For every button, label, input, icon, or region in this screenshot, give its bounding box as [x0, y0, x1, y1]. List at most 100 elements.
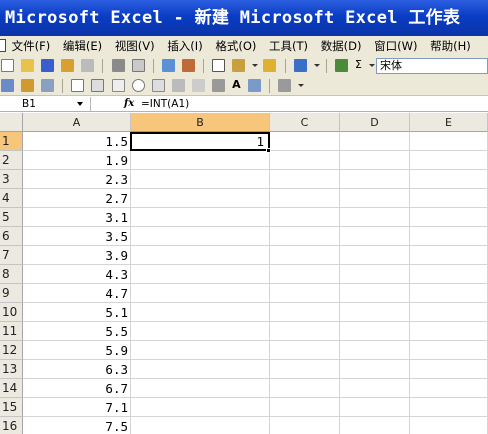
column-header-e[interactable]: E: [410, 113, 488, 132]
cell-a13[interactable]: 6.3: [23, 360, 131, 379]
cell-b1-selected[interactable]: 1: [130, 132, 270, 151]
checkbox-control-icon[interactable]: [71, 79, 85, 92]
menu-help[interactable]: 帮助(H): [430, 36, 471, 56]
menu-data[interactable]: 数据(D): [321, 36, 362, 56]
copy-icon[interactable]: [212, 59, 226, 72]
autosum-dropdown-icon[interactable]: [368, 59, 376, 72]
cell-a8[interactable]: 4.3: [23, 265, 131, 284]
label-control-icon[interactable]: A: [232, 78, 241, 92]
row-header[interactable]: 10: [0, 303, 23, 322]
menu-bar: 文件(F) 编辑(E) 视图(V) 插入(I) 格式(O) 工具(T) 数据(D…: [0, 36, 488, 56]
undo-icon[interactable]: [293, 59, 307, 72]
menu-insert[interactable]: 插入(I): [167, 36, 202, 56]
worksheet-grid[interactable]: A B C D E 1 1.5 2 1.9 3 2.3 4 2.7 5 3.1 6 3.5 7 3.9 8 4.3 9 4.…: [0, 113, 488, 434]
menu-edit[interactable]: 编辑(E): [63, 36, 102, 56]
column-header-c[interactable]: C: [270, 113, 340, 132]
undo-dropdown-icon[interactable]: [313, 59, 320, 72]
permission-icon[interactable]: [61, 59, 75, 72]
print-icon[interactable]: [111, 59, 125, 72]
cell-a5[interactable]: 3.1: [23, 208, 131, 227]
shape-icon[interactable]: [21, 79, 35, 92]
row-header[interactable]: 2: [0, 151, 23, 170]
grid-control-icon[interactable]: [171, 79, 185, 92]
image-control-icon[interactable]: [247, 79, 261, 92]
formula-input[interactable]: =INT(A1): [141, 97, 189, 111]
print-preview-icon[interactable]: [131, 59, 145, 72]
button-control-icon[interactable]: [91, 79, 105, 92]
row-header[interactable]: 14: [0, 379, 23, 398]
formula-bar: B1 fx =INT(A1): [0, 97, 488, 112]
row-header[interactable]: 13: [0, 360, 23, 379]
format-painter-icon[interactable]: [263, 59, 277, 72]
menu-format[interactable]: 格式(O): [215, 36, 256, 56]
toolbar-separator: [284, 59, 286, 73]
toolbar-separator: [268, 79, 270, 93]
combo-control-icon[interactable]: [151, 79, 165, 92]
toolbar-separator: [203, 59, 205, 73]
cell-a2[interactable]: 1.9: [23, 151, 131, 170]
cell-a4[interactable]: 2.7: [23, 189, 131, 208]
new-icon[interactable]: [1, 59, 14, 72]
menu-tools[interactable]: 工具(T): [269, 36, 308, 56]
paste-dropdown-icon[interactable]: [251, 59, 259, 72]
fill-handle[interactable]: [266, 148, 271, 153]
listbox-control-icon[interactable]: [111, 79, 125, 92]
document-icon[interactable]: [0, 39, 6, 52]
hyperlink-icon[interactable]: [334, 59, 348, 72]
toolbar-separator: [102, 59, 104, 73]
spin-control-icon[interactable]: [212, 79, 226, 92]
cell-a14[interactable]: 6.7: [23, 379, 131, 398]
row-header[interactable]: 8: [0, 265, 23, 284]
toolbar-separator: [62, 79, 64, 93]
row-header[interactable]: 1: [0, 132, 23, 151]
research-icon[interactable]: [181, 59, 195, 72]
cell-a16[interactable]: 7.5: [23, 417, 131, 434]
menu-window[interactable]: 窗口(W): [374, 36, 417, 56]
menu-file[interactable]: 文件(F): [12, 36, 51, 56]
name-box-dropdown-icon[interactable]: [77, 102, 83, 106]
select-all-corner[interactable]: [0, 113, 23, 132]
row-header[interactable]: 9: [0, 284, 23, 303]
row-header[interactable]: 12: [0, 341, 23, 360]
option-control-icon[interactable]: [131, 79, 145, 92]
scroll-control-icon[interactable]: [191, 79, 205, 92]
toolbar-separator: [325, 59, 327, 73]
autosum-icon[interactable]: Σ: [355, 58, 362, 72]
paste-icon[interactable]: [232, 59, 246, 72]
toolbar-options-icon[interactable]: [297, 79, 305, 92]
name-box-value: B1: [22, 98, 36, 110]
row-header[interactable]: 15: [0, 398, 23, 417]
menu-view[interactable]: 视图(V): [115, 36, 155, 56]
email-icon[interactable]: [81, 59, 95, 72]
name-box[interactable]: B1: [0, 97, 91, 111]
cell-a12[interactable]: 5.9: [23, 341, 131, 360]
row-header[interactable]: 5: [0, 208, 23, 227]
cell-a3[interactable]: 2.3: [23, 170, 131, 189]
cell-a1[interactable]: 1.5: [23, 132, 131, 151]
row-header[interactable]: 16: [0, 417, 23, 434]
cell-a11[interactable]: 5.5: [23, 322, 131, 341]
toolbar-separator: [152, 59, 154, 73]
font-name-select[interactable]: 宋体: [376, 58, 488, 74]
draw-icon[interactable]: [1, 79, 14, 92]
row-header[interactable]: 11: [0, 322, 23, 341]
formatting-toolbar: A: [0, 76, 488, 96]
spelling-icon[interactable]: [161, 59, 175, 72]
column-header-a[interactable]: A: [23, 113, 131, 132]
cell-a15[interactable]: 7.1: [23, 398, 131, 417]
column-header-d[interactable]: D: [340, 113, 410, 132]
row-header[interactable]: 6: [0, 227, 23, 246]
cell-a6[interactable]: 3.5: [23, 227, 131, 246]
save-icon[interactable]: [41, 59, 55, 72]
row-header[interactable]: 7: [0, 246, 23, 265]
open-icon[interactable]: [21, 59, 35, 72]
cell-a7[interactable]: 3.9: [23, 246, 131, 265]
form-icon[interactable]: [41, 79, 55, 92]
insert-function-icon[interactable]: fx: [124, 97, 134, 111]
column-header-b[interactable]: B: [131, 113, 270, 132]
row-header[interactable]: 4: [0, 189, 23, 208]
tools-icon[interactable]: [277, 79, 291, 92]
row-header[interactable]: 3: [0, 170, 23, 189]
cell-a9[interactable]: 4.7: [23, 284, 131, 303]
cell-a10[interactable]: 5.1: [23, 303, 131, 322]
